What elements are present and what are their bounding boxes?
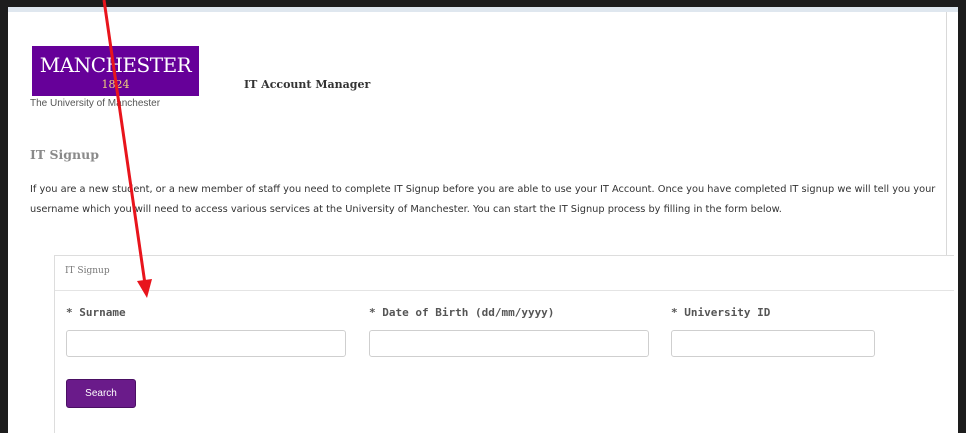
arrow-head [137,279,152,298]
browser-window: MANCHESTER 1824 The University of Manche… [0,0,966,433]
annotation-arrow [102,0,152,298]
arrow-shaft [102,0,147,285]
